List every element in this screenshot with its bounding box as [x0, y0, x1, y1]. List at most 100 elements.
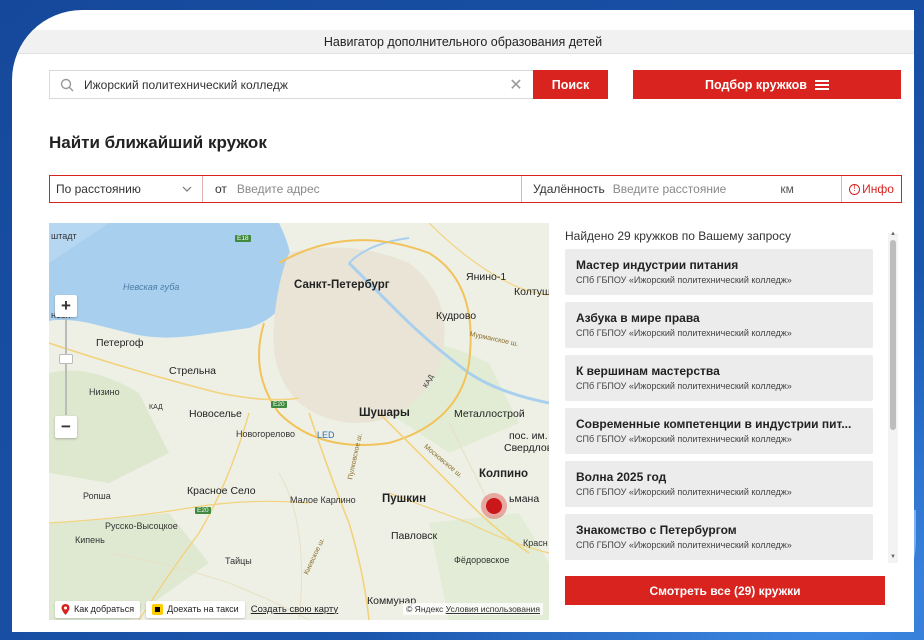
- map-label: Колтуш: [514, 286, 549, 298]
- search-input[interactable]: [84, 77, 505, 92]
- road-badge: E20: [195, 507, 211, 514]
- from-label: от: [215, 182, 227, 196]
- club-card[interactable]: Волна 2025 год СПб ГБПОУ «Ижорский полит…: [565, 461, 873, 507]
- map-label: Новоселье: [189, 408, 242, 420]
- club-organization: СПб ГБПОУ «Ижорский политехнический колл…: [576, 487, 792, 497]
- club-organization: СПб ГБПОУ «Ижорский политехнический колл…: [576, 540, 792, 550]
- results-list: Мастер индустрии питания СПб ГБПОУ «Ижор…: [565, 249, 875, 569]
- distance-unit: км: [780, 182, 794, 196]
- club-card[interactable]: Современные компетенции в индустрии пит.…: [565, 408, 873, 454]
- club-card[interactable]: Мастер индустрии питания СПб ГБПОУ «Ижор…: [565, 249, 873, 295]
- site-header: Навигатор дополнительного образования де…: [12, 30, 914, 54]
- map-label: LED: [317, 430, 335, 440]
- map[interactable]: штадт Невская губа Санкт-Петербург Янино…: [49, 223, 549, 620]
- distance-placeholder: Введите расстояние: [612, 182, 727, 196]
- scroll-down-icon[interactable]: ▼: [889, 554, 897, 560]
- app-panel: Навигатор дополнительного образования де…: [12, 10, 914, 632]
- map-label: Фёдоровское: [454, 555, 510, 565]
- create-map-link[interactable]: Создать свою карту: [251, 604, 338, 615]
- club-title: К вершинам мастерства: [576, 364, 720, 378]
- map-label: Новогорелово: [236, 429, 296, 439]
- terms-link[interactable]: Условия использования: [446, 604, 540, 614]
- site-title: Навигатор дополнительного образования де…: [323, 34, 603, 49]
- clear-icon[interactable]: ✕: [505, 74, 527, 96]
- map-label: Низино: [89, 387, 120, 397]
- info-icon: !: [849, 183, 861, 195]
- map-label: Тайцы: [225, 556, 252, 566]
- map-label: Малое Карлино: [290, 495, 356, 505]
- club-organization: СПб ГБПОУ «Ижорский политехнический колл…: [576, 381, 792, 391]
- taxi-icon: [152, 603, 164, 615]
- map-label: Пушкин: [382, 493, 427, 505]
- map-label: Шушары: [359, 407, 410, 419]
- zoom-slider-track[interactable]: [65, 319, 67, 415]
- club-title: Азбука в мире права: [576, 311, 700, 325]
- club-filter-button[interactable]: Подбор кружков: [633, 70, 901, 99]
- club-title: Мастер индустрии питания: [576, 258, 739, 272]
- search-icon: [60, 78, 74, 91]
- taxi-label: Доехать на такси: [167, 604, 239, 614]
- club-organization: СПб ГБПОУ «Ижорский политехнический колл…: [576, 328, 792, 338]
- map-label: Павловск: [391, 530, 438, 542]
- location-pin-icon: [61, 603, 70, 615]
- menu-icon: [814, 79, 829, 90]
- info-label: Инфо: [862, 182, 894, 196]
- scroll-up-icon[interactable]: ▲: [889, 231, 897, 237]
- club-title: Волна 2025 год: [576, 470, 667, 484]
- map-label: Колпино: [479, 468, 529, 480]
- map-label: ьмана: [509, 493, 540, 505]
- zoom-out-button[interactable]: −: [55, 416, 77, 438]
- map-label: Ропша: [83, 491, 111, 501]
- map-label: пос. им.: [509, 430, 548, 442]
- club-organization: СПб ГБПОУ «Ижорский политехнический колл…: [576, 275, 792, 285]
- club-title: Современные компетенции в индустрии пит.…: [576, 417, 852, 431]
- search-box[interactable]: ✕: [49, 70, 533, 99]
- club-card[interactable]: Знакомство с Петербургом СПб ГБПОУ «Ижор…: [565, 514, 873, 560]
- club-card[interactable]: Азбука в мире права СПб ГБПОУ «Ижорский …: [565, 302, 873, 348]
- road-badge: E20: [271, 401, 287, 408]
- club-card[interactable]: К вершинам мастерства СПб ГБПОУ «Ижорски…: [565, 355, 873, 401]
- map-label: Металлострой: [454, 408, 525, 420]
- copyright-text: © Яндекс: [406, 604, 444, 614]
- address-field[interactable]: от Введите адрес: [203, 176, 522, 202]
- nearest-filter-bar: По расстоянию от Введите адрес Удалённос…: [49, 175, 902, 203]
- info-link[interactable]: ! Инфо: [842, 182, 901, 196]
- map-label: Свердлова: [504, 442, 549, 454]
- page-title: Найти ближайший кружок: [49, 133, 267, 152]
- view-all-button[interactable]: Смотреть все (29) кружки: [565, 576, 885, 605]
- map-label: Русско-Высоцкое: [105, 521, 178, 531]
- sort-select[interactable]: По расстоянию: [50, 176, 203, 202]
- map-label: Красное Село: [187, 485, 256, 497]
- gulf-water: [49, 223, 293, 338]
- address-placeholder: Введите адрес: [236, 182, 320, 196]
- map-label: Янино-1: [466, 271, 507, 283]
- map-label: КАД: [149, 404, 163, 411]
- map-label: Невская губа: [123, 282, 180, 292]
- map-label: штадт: [51, 231, 77, 241]
- results-scrollbar-thumb[interactable]: [890, 240, 896, 430]
- taxi-button[interactable]: Доехать на такси: [146, 600, 245, 618]
- route-label: Как добраться: [74, 604, 135, 614]
- distance-label: Удалённость: [533, 182, 605, 196]
- map-copyright: © Яндекс Условия использования: [403, 603, 543, 615]
- chevron-down-icon: [182, 186, 192, 192]
- club-organization: СПб ГБПОУ «Ижорский политехнический колл…: [576, 434, 792, 444]
- map-label: Санкт-Петербург: [294, 279, 390, 291]
- zoom-in-button[interactable]: +: [55, 295, 77, 317]
- map-label: Кудрово: [436, 310, 477, 322]
- sort-value: По расстоянию: [56, 182, 141, 196]
- club-title: Знакомство с Петербургом: [576, 523, 737, 537]
- results-count: Найдено 29 кружков по Вашему запросу: [565, 229, 791, 243]
- search-button[interactable]: Поиск: [533, 70, 608, 99]
- map-label: Стрельна: [169, 365, 216, 377]
- road-badge: E18: [235, 235, 251, 242]
- location-marker[interactable]: [481, 493, 507, 519]
- distance-field[interactable]: Удалённость Введите расстояние км: [522, 176, 842, 202]
- zoom-slider-handle[interactable]: [59, 354, 73, 364]
- map-label: Красн: [523, 538, 548, 548]
- route-button[interactable]: Как добраться: [55, 600, 141, 618]
- map-label: Кипень: [75, 535, 105, 545]
- club-filter-label: Подбор кружков: [705, 77, 807, 92]
- map-footer: Как добраться Доехать на такси Создать с…: [49, 598, 549, 620]
- map-label: Петергоф: [96, 337, 144, 349]
